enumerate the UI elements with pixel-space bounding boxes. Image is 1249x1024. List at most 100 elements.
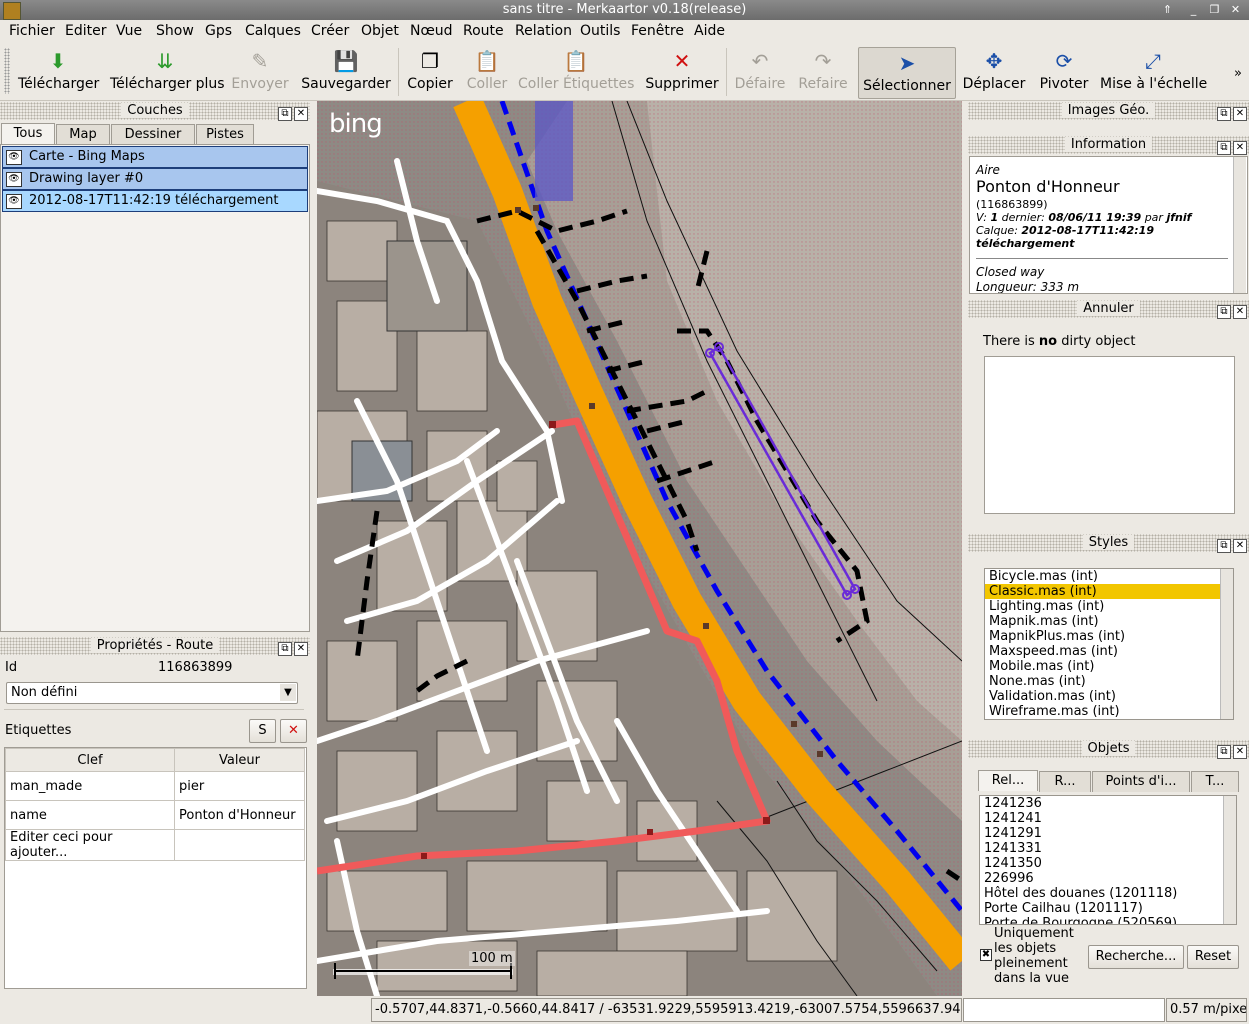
menu-vue[interactable]: Vue <box>116 23 142 39</box>
menu-relation[interactable]: Relation <box>515 23 572 39</box>
tab-routes[interactable]: R... <box>1039 771 1091 792</box>
deplacer-button[interactable]: ✥ Déplacer <box>962 46 1026 98</box>
info-scrollbar[interactable] <box>1233 157 1246 293</box>
list-item[interactable]: 1241236 <box>980 796 1236 811</box>
annuler-dock-title[interactable]: Annuler ⧉ ✕ <box>968 300 1249 319</box>
selectionner-button[interactable]: ➤ Sélectionner <box>858 47 956 99</box>
list-item[interactable]: 1241241 <box>980 811 1236 826</box>
s-button[interactable]: S <box>249 719 276 743</box>
couches-dock-title[interactable]: Couches ⧉ ✕ <box>0 102 310 121</box>
layer-item[interactable]: 👁 Drawing layer #0 <box>2 168 308 190</box>
map-svg[interactable] <box>317 101 962 996</box>
list-item[interactable]: Wireframe.mas (int) <box>985 704 1233 719</box>
table-row[interactable]: name Ponton d'Honneur <box>5 800 305 830</box>
tab-dessiner[interactable]: Dessiner <box>111 124 195 145</box>
list-item[interactable]: Mapnik.mas (int) <box>985 614 1233 629</box>
list-item[interactable]: 1241331 <box>980 841 1236 856</box>
tab-t[interactable]: T... <box>1191 771 1239 792</box>
window-titlebar[interactable]: sans titre - Merkaartor v0.18(release) ⇑… <box>0 0 1249 20</box>
menu-fenetre[interactable]: Fenêtre <box>631 23 684 39</box>
list-item[interactable]: Classic.mas (int) <box>985 584 1233 599</box>
list-item[interactable]: Bicycle.mas (int) <box>985 569 1233 584</box>
defaire-button[interactable]: ↶ Défaire <box>732 46 788 98</box>
close-icon[interactable]: ✕ <box>1228 3 1243 17</box>
list-item[interactable]: Lighting.mas (int) <box>985 599 1233 614</box>
copier-button[interactable]: ❐ Copier <box>404 46 456 98</box>
recherche-button[interactable]: Recherche... <box>1088 945 1184 969</box>
table-row[interactable]: man_made pier <box>5 771 305 801</box>
float-icon[interactable]: ⧉ <box>1217 305 1231 319</box>
toolbar-more-icon[interactable]: » <box>1234 66 1242 81</box>
list-item[interactable]: Validation.mas (int) <box>985 689 1233 704</box>
menu-objet[interactable]: Objet <box>361 23 399 39</box>
supprimer-button[interactable]: ✕ Supprimer <box>644 46 720 98</box>
tab-relations[interactable]: Rel... <box>978 770 1038 791</box>
tab-pistes[interactable]: Pistes <box>196 124 254 145</box>
pivoter-button[interactable]: ⟳ Pivoter <box>1036 46 1092 98</box>
coller-etiquettes-button[interactable]: 📋 Coller Étiquettes <box>518 46 634 98</box>
eye-icon[interactable]: 👁 <box>6 172 22 187</box>
layer-item[interactable]: 👁 2012-08-17T11:42:19 téléchargement <box>2 190 308 212</box>
reset-button[interactable]: Reset <box>1187 945 1239 969</box>
tab-points[interactable]: Points d'i... <box>1092 771 1190 792</box>
type-select[interactable]: Non défini ▼ <box>6 682 298 704</box>
float-icon[interactable]: ⧉ <box>1217 107 1231 121</box>
float-icon[interactable]: ⧉ <box>278 107 292 121</box>
list-item[interactable]: Hôtel des douanes (1201118) <box>980 886 1236 901</box>
eye-icon[interactable]: 👁 <box>6 194 22 209</box>
eye-icon[interactable]: 👁 <box>6 150 22 165</box>
tab-map[interactable]: Map <box>56 124 110 145</box>
styles-scrollbar[interactable] <box>1220 569 1233 719</box>
float-icon[interactable]: ⧉ <box>1217 539 1231 553</box>
menu-noeud[interactable]: Nœud <box>410 23 453 39</box>
list-item[interactable]: Mobile.mas (int) <box>985 659 1233 674</box>
refaire-button[interactable]: ↷ Refaire <box>796 46 850 98</box>
table-row[interactable]: Editer ceci pour ajouter... <box>5 829 305 861</box>
close-icon[interactable]: ✕ <box>1233 305 1247 319</box>
menu-creer[interactable]: Créer <box>311 23 349 39</box>
objects-list[interactable]: 1241236 1241241 1241291 1241331 1241350 … <box>979 795 1237 925</box>
styles-list[interactable]: Bicycle.mas (int) Classic.mas (int) Ligh… <box>984 568 1234 720</box>
objets-dock-title[interactable]: Objets ⧉ ✕ <box>968 740 1249 759</box>
map-canvas[interactable]: bing 100 m <box>317 101 962 996</box>
information-dock-title[interactable]: Information ⧉ ✕ <box>968 136 1249 155</box>
list-item[interactable]: Porte de Bourgogne (520569) <box>980 916 1236 924</box>
list-item[interactable]: None.mas (int) <box>985 674 1233 689</box>
layer-item[interactable]: 👁 Carte - Bing Maps <box>2 146 308 168</box>
undo-list[interactable] <box>984 356 1235 514</box>
remove-tag-icon[interactable]: ✕ <box>280 719 307 743</box>
minimize-icon[interactable]: _ <box>1186 3 1201 17</box>
close-icon[interactable]: ✕ <box>1233 107 1247 121</box>
close-icon[interactable]: ✕ <box>1233 745 1247 759</box>
proprietes-dock-title[interactable]: Propriétés - Route ⧉ ✕ <box>0 637 310 656</box>
list-item[interactable]: Porte Cailhau (1201117) <box>980 901 1236 916</box>
menu-route[interactable]: Route <box>463 23 504 39</box>
full-view-checkbox[interactable]: ✖ <box>980 949 992 961</box>
sauvegarder-button[interactable]: 💾 Sauvegarder <box>300 46 392 98</box>
list-item[interactable]: 1241350 <box>980 856 1236 871</box>
toolbar-grip[interactable] <box>4 48 10 94</box>
images-geo-dock-title[interactable]: Images Géo. ⧉ ✕ <box>968 102 1249 121</box>
telecharger-plus-button[interactable]: ⇊ Télécharger plus <box>110 46 225 98</box>
maximize-icon[interactable]: ❐ <box>1207 3 1222 17</box>
list-item[interactable]: MapnikPlus.mas (int) <box>985 629 1233 644</box>
close-icon[interactable]: ✕ <box>1233 539 1247 553</box>
telecharger-button[interactable]: ⬇ Télécharger <box>18 46 99 98</box>
keep-above-icon[interactable]: ⇑ <box>1160 3 1175 17</box>
float-icon[interactable]: ⧉ <box>278 642 292 656</box>
close-icon[interactable]: ✕ <box>1233 141 1247 155</box>
styles-dock-title[interactable]: Styles ⧉ ✕ <box>968 534 1249 553</box>
close-icon[interactable]: ✕ <box>294 642 308 656</box>
menu-calques[interactable]: Calques <box>245 23 301 39</box>
float-icon[interactable]: ⧉ <box>1217 745 1231 759</box>
tab-tous[interactable]: Tous <box>1 123 55 144</box>
coller-button[interactable]: 📋 Coller <box>462 46 512 98</box>
float-icon[interactable]: ⧉ <box>1217 141 1231 155</box>
menu-gps[interactable]: Gps <box>205 23 232 39</box>
menu-aide[interactable]: Aide <box>694 23 725 39</box>
objects-scrollbar[interactable] <box>1223 796 1236 924</box>
mise-echelle-button[interactable]: ⤢ Mise à l'échelle <box>1100 46 1207 98</box>
menu-fichier[interactable]: Fichier <box>9 23 55 39</box>
menu-outils[interactable]: Outils <box>580 23 620 39</box>
menu-show[interactable]: Show <box>156 23 194 39</box>
